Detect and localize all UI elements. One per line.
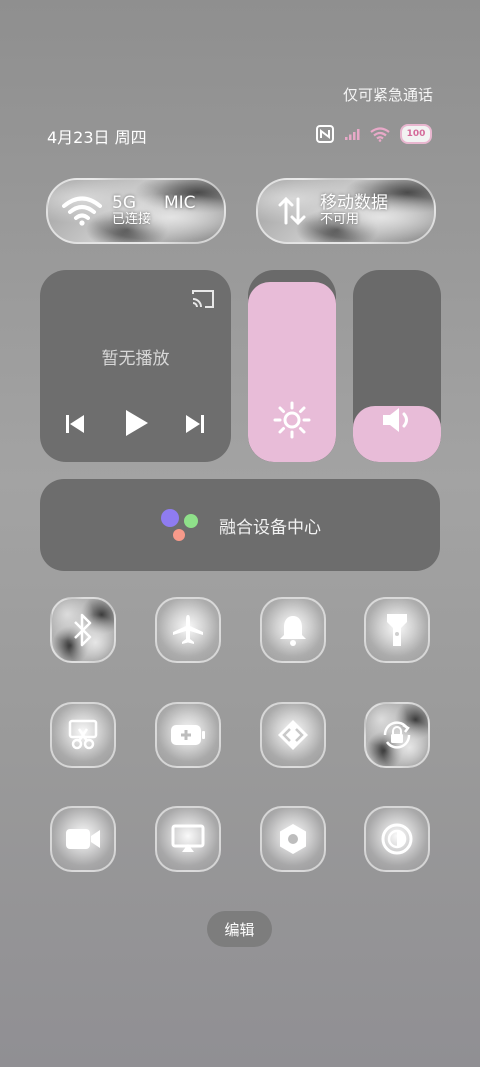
hexagon-camera-icon [280,824,306,854]
battery-saver-tile[interactable] [155,702,221,768]
brightness-icon [273,401,311,439]
nfc-icon [316,125,334,143]
flashlight-icon [387,614,407,646]
device-hub-icon [161,509,198,541]
video-camera-icon [66,829,100,849]
wifi-status: 已连接 [112,212,152,228]
screen-cast-tile[interactable] [155,806,221,872]
rotation-lock-tile[interactable] [364,702,430,768]
nfc-share-tile[interactable] [260,702,326,768]
battery-indicator: 100 [400,124,432,144]
airplane-mode-tile[interactable] [155,597,221,663]
device-hub-card[interactable]: 融合设备中心 [40,479,440,571]
bluetooth-icon [74,613,92,647]
previous-track-icon[interactable] [64,413,86,435]
signal-icon [345,129,360,140]
media-player-card[interactable]: 暂无播放 [40,270,231,462]
bluetooth-tile[interactable] [50,597,116,663]
cast-icon[interactable] [190,288,216,310]
media-status: 暂无播放 [101,349,170,369]
flashlight-tile[interactable] [364,597,430,663]
volume-slider[interactable] [353,270,441,462]
wifi-toggle[interactable]: 5G MIC 已连接 [46,178,226,244]
edit-button[interactable]: 编辑 [207,911,272,947]
screenshot-icon [68,719,98,750]
share-diamond-icon [278,720,308,750]
mobile-data-toggle[interactable]: 移动数据 不可用 [256,178,436,244]
battery-saver-icon [171,725,205,745]
camera-settings-tile[interactable] [260,806,326,872]
volume-icon [383,408,408,432]
wifi-name-extra: MIC [164,192,196,213]
screen-cast-icon [171,824,205,852]
bell-icon [280,616,306,646]
dark-mode-tile[interactable] [364,806,430,872]
emergency-call-text: 仅可紧急通话 [342,86,433,104]
contrast-icon [381,823,413,855]
screenshot-tile[interactable] [50,702,116,768]
status-icons: 100 [316,124,432,144]
brightness-slider[interactable] [248,270,336,462]
mobile-data-title: 移动数据 [320,192,388,213]
screen-record-tile[interactable] [50,806,116,872]
wifi-icon [370,126,390,142]
play-icon[interactable] [122,408,150,438]
next-track-icon[interactable] [184,413,206,435]
date-label: 4月23日 周四 [47,128,147,147]
data-transfer-icon [278,196,306,226]
ringtone-tile[interactable] [260,597,326,663]
mobile-data-status: 不可用 [320,212,360,228]
wifi-name: 5G [112,192,136,213]
device-hub-label: 融合设备中心 [219,517,321,538]
rotation-lock-icon [383,721,411,749]
wifi-icon [62,196,102,226]
airplane-icon [173,615,203,644]
